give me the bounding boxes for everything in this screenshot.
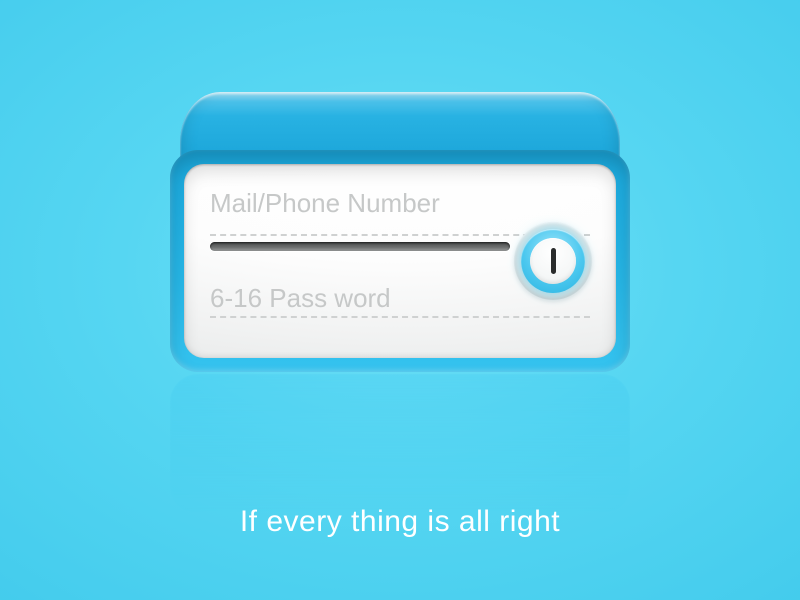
disc-slot-icon <box>210 242 510 251</box>
device-front <box>170 150 630 372</box>
button-face <box>530 238 576 284</box>
password-input[interactable] <box>210 281 510 322</box>
password-field-wrap <box>210 281 510 322</box>
username-field-wrap <box>210 186 510 227</box>
username-input[interactable] <box>210 186 510 227</box>
caption-text: If every thing is all right <box>0 505 800 539</box>
submit-button[interactable] <box>514 222 592 300</box>
power-bar-icon <box>551 248 556 274</box>
login-panel <box>184 164 616 358</box>
reflection <box>170 374 630 514</box>
login-device <box>170 92 630 514</box>
